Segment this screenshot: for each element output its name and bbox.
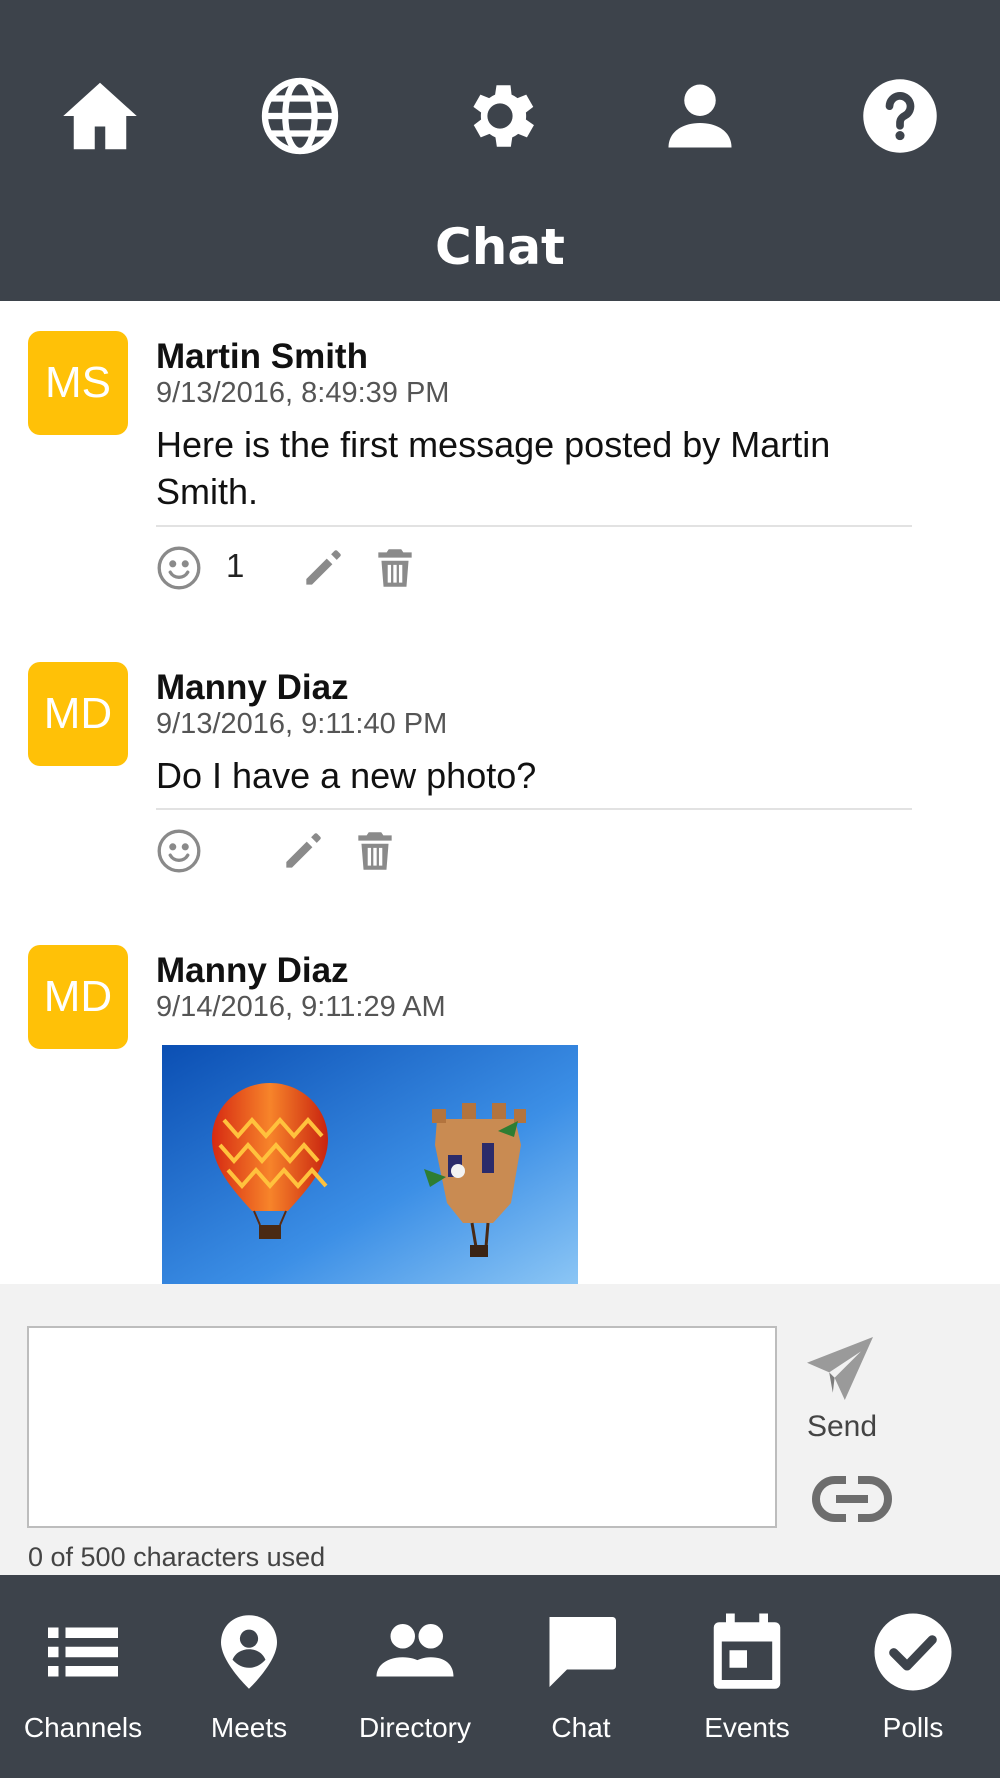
location-pin-icon	[207, 1607, 291, 1697]
check-circle-icon	[871, 1607, 955, 1697]
message-timestamp: 9/13/2016, 8:49:39 PM	[156, 377, 450, 409]
people-icon	[373, 1607, 457, 1697]
nav-label: Events	[704, 1712, 790, 1743]
message-list[interactable]: MS Martin Smith 9/13/2016, 8:49:39 PM He…	[0, 301, 1000, 1284]
message-text: Here is the first message posted by Mart…	[156, 424, 831, 512]
nav-label: Channels	[23, 1712, 143, 1743]
home-icon[interactable]	[56, 72, 144, 160]
message-author: Manny Diaz	[156, 951, 349, 990]
message-actions	[154, 826, 454, 878]
chat-bubble-icon	[539, 1607, 623, 1697]
nav-item-directory[interactable]: Directory	[332, 1575, 498, 1778]
send-button[interactable]: Send	[800, 1334, 884, 1444]
send-label: Send	[806, 1410, 878, 1443]
message-author: Manny Diaz	[156, 668, 349, 707]
message-input[interactable]	[27, 1326, 777, 1528]
help-icon[interactable]	[856, 72, 944, 160]
message-timestamp: 9/14/2016, 9:11:29 AM	[156, 991, 446, 1023]
nav-label: Polls	[882, 1712, 944, 1743]
trash-icon[interactable]	[350, 826, 400, 876]
divider	[156, 808, 912, 810]
gear-icon[interactable]	[456, 72, 544, 160]
hot-air-balloons-image	[162, 1045, 578, 1284]
message-text: Do I have a new photo?	[156, 755, 537, 796]
avatar: MD	[28, 945, 128, 1049]
top-app-bar: Chat	[0, 0, 1000, 301]
reaction-count: 1	[226, 547, 245, 584]
message-photo[interactable]	[162, 1045, 578, 1284]
nav-item-polls[interactable]: Polls	[830, 1575, 996, 1778]
link-icon	[812, 1476, 892, 1522]
message-composer: Send 0 of 500 characters used	[0, 1284, 1000, 1575]
list-icon	[41, 1607, 125, 1697]
pencil-icon[interactable]	[278, 826, 328, 876]
user-icon[interactable]	[656, 72, 744, 160]
smiley-icon[interactable]	[154, 826, 204, 876]
smiley-icon[interactable]	[154, 543, 204, 593]
trash-icon[interactable]	[370, 543, 420, 593]
avatar: MD	[28, 662, 128, 766]
attach-link-button[interactable]	[812, 1474, 892, 1524]
bottom-navigation: Channels Meets Directory Chat Events Pol…	[0, 1575, 1000, 1778]
nav-item-channels[interactable]: Channels	[0, 1575, 166, 1778]
page-title: Chat	[435, 218, 565, 276]
nav-item-chat[interactable]: Chat	[498, 1575, 664, 1778]
top-icon-row	[0, 72, 1000, 160]
character-counter: 0 of 500 characters used	[28, 1542, 326, 1572]
nav-label: Chat	[551, 1712, 611, 1743]
message-timestamp: 9/13/2016, 9:11:40 PM	[156, 708, 448, 740]
globe-icon[interactable]	[256, 72, 344, 160]
nav-label: Directory	[358, 1712, 471, 1743]
nav-label: Meets	[210, 1712, 288, 1743]
message-author: Martin Smith	[156, 337, 368, 376]
send-icon	[807, 1337, 873, 1400]
calendar-icon	[705, 1607, 789, 1697]
pencil-icon[interactable]	[298, 543, 348, 593]
nav-item-events[interactable]: Events	[664, 1575, 830, 1778]
divider	[156, 525, 912, 527]
message-actions: 1	[154, 543, 454, 595]
nav-item-meets[interactable]: Meets	[166, 1575, 332, 1778]
avatar: MS	[28, 331, 128, 435]
